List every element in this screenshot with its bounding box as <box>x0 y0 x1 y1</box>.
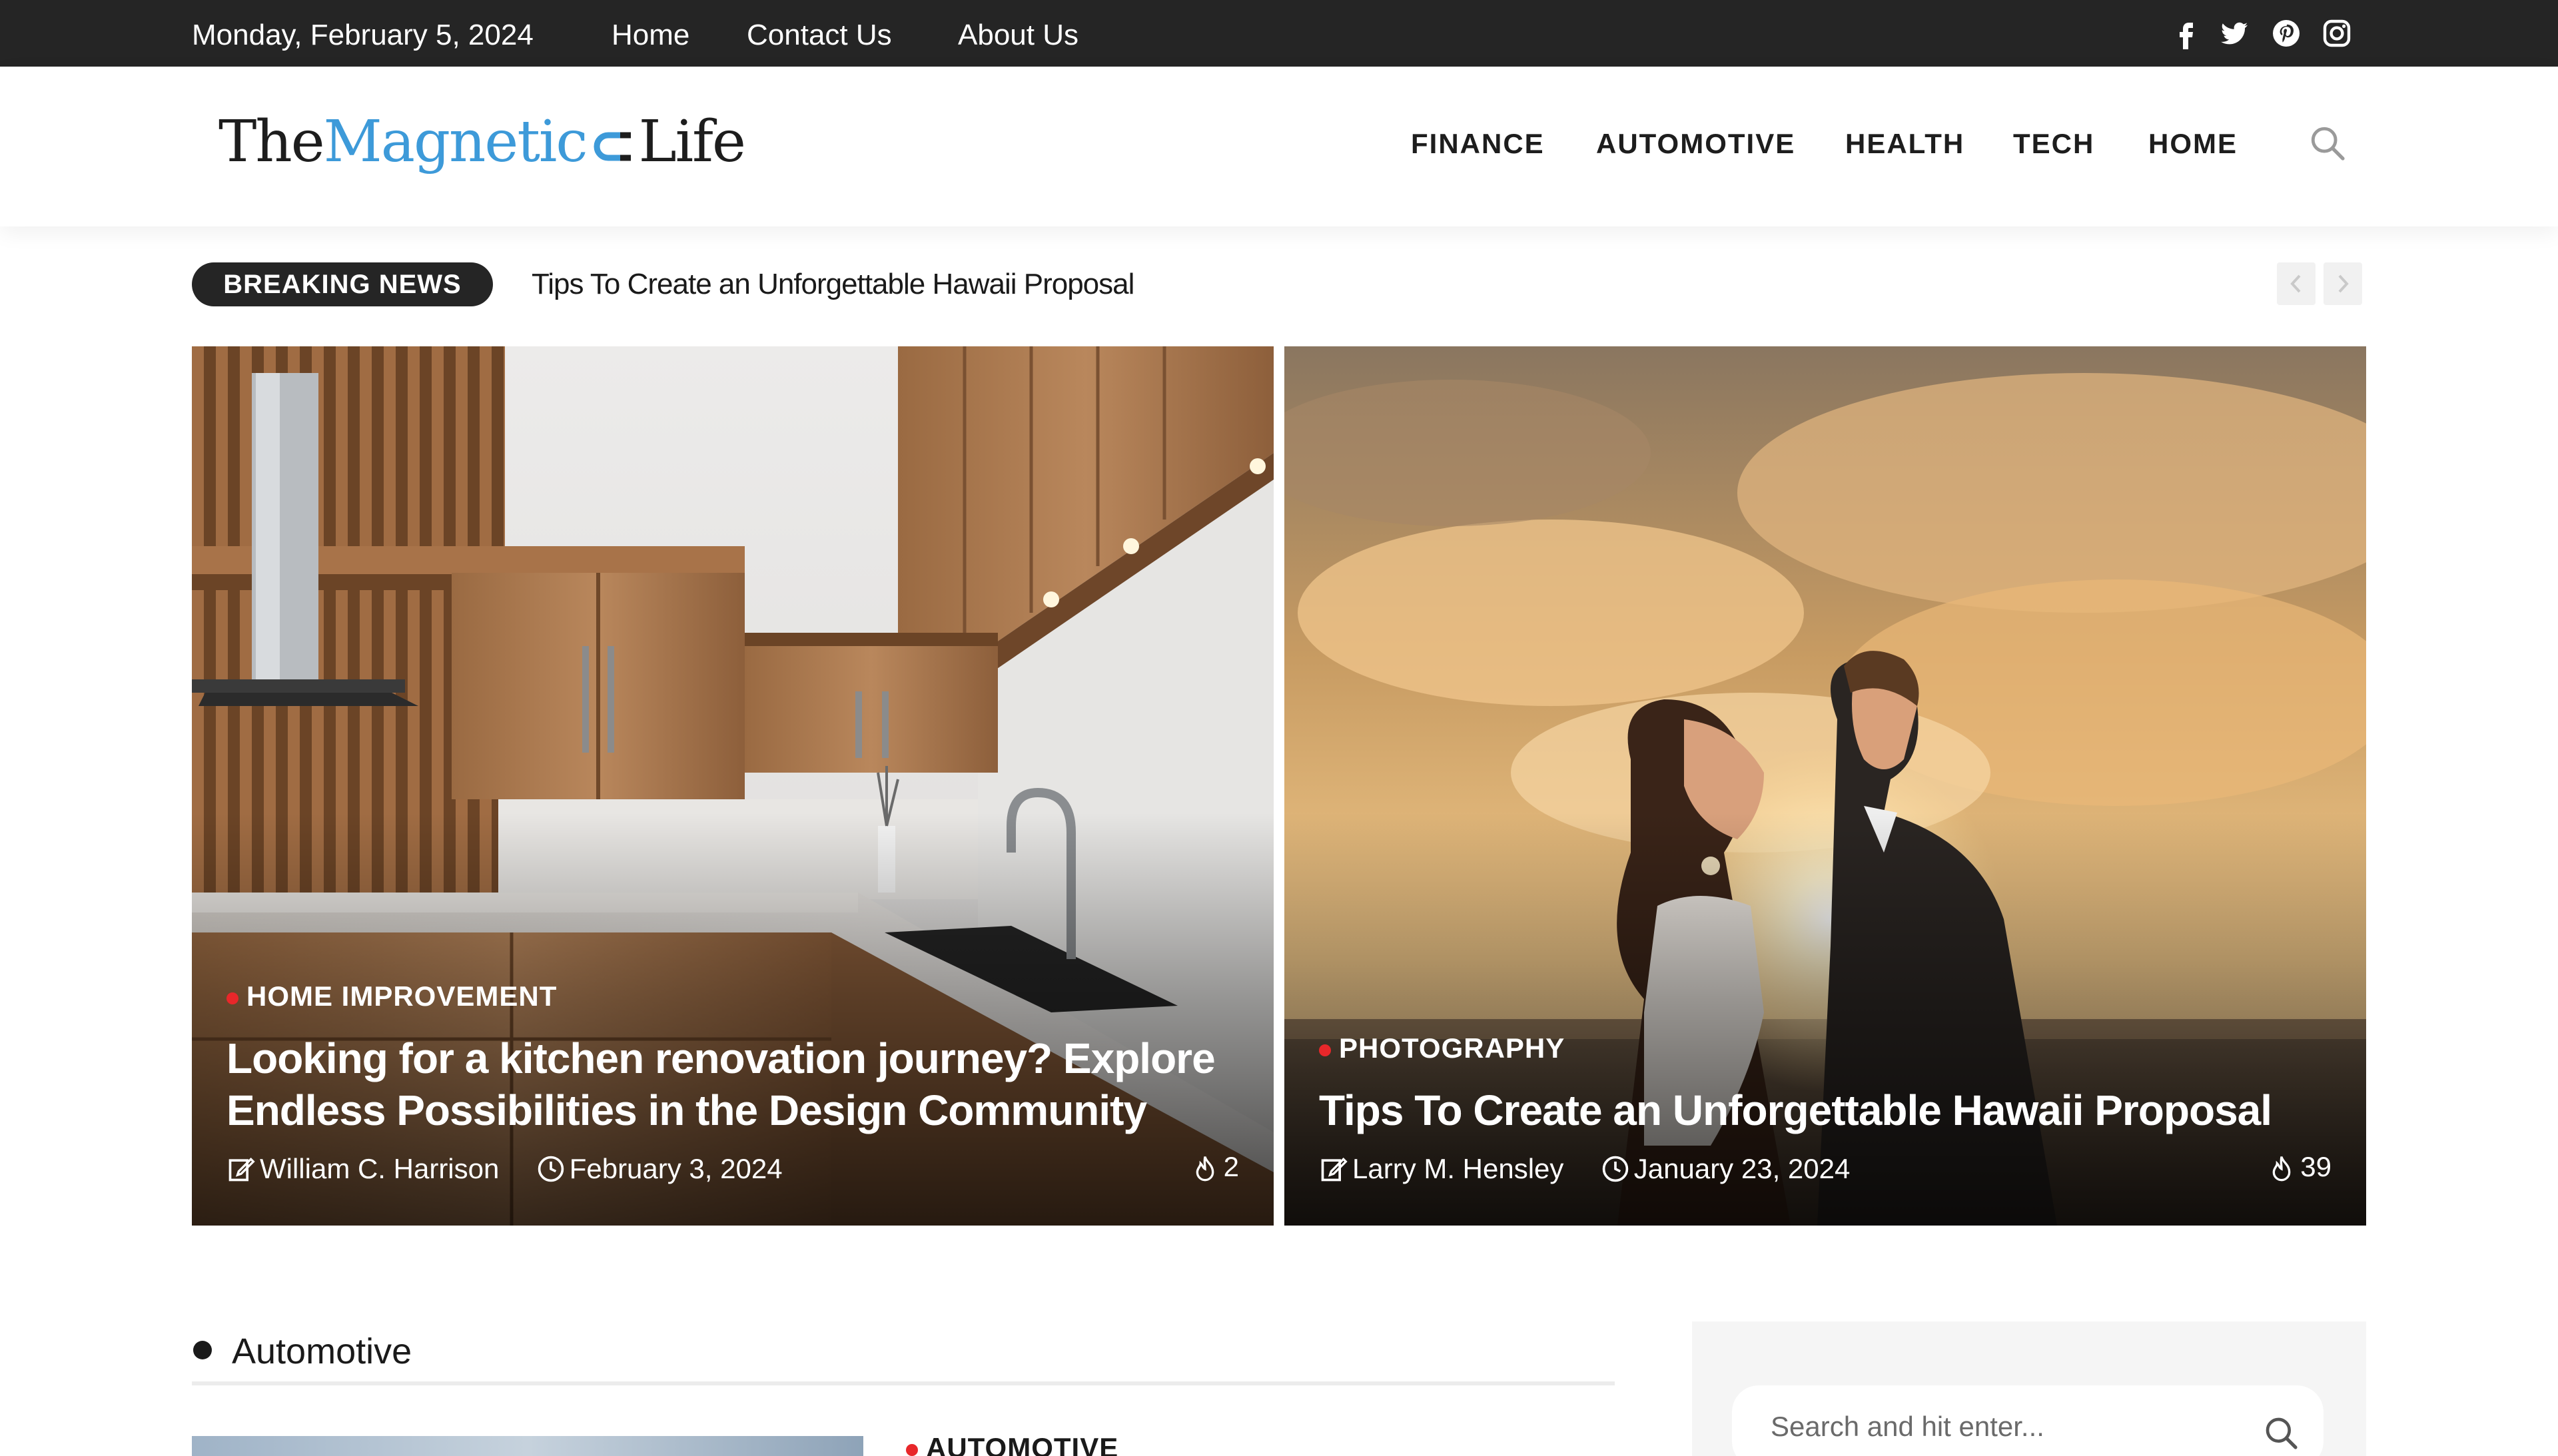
post-date: January 23, 2024 <box>1633 1152 1851 1184</box>
logo-text-life: Life <box>638 109 746 175</box>
breaking-prev-button[interactable] <box>2277 262 2316 305</box>
current-date: Monday, February 5, 2024 <box>192 19 534 51</box>
breaking-news-badge: BREAKING NEWS <box>192 262 493 306</box>
search-icon[interactable] <box>2308 124 2347 163</box>
top-link-contact-us[interactable]: Contact Us <box>747 19 892 52</box>
post-meta: William C. Harrison February 3, 2024 <box>226 1151 783 1185</box>
nav-tech[interactable]: TECH <box>2013 128 2094 160</box>
chevron-left-icon <box>2290 274 2301 293</box>
post-views: 39 <box>2268 1151 2332 1184</box>
site-header: TheMagnetic Life FINANCE AUTOMOTIVE HEAL… <box>0 67 2558 226</box>
clock-icon <box>538 1156 564 1182</box>
pinterest-icon[interactable] <box>2270 17 2302 49</box>
breaking-next-button[interactable] <box>2324 262 2362 305</box>
section-title: Automotive <box>232 1331 412 1371</box>
top-bar: Monday, February 5, 2024 Home Contact Us… <box>0 0 2558 67</box>
section-divider <box>192 1381 1615 1385</box>
views-count: 2 <box>1223 1151 1239 1182</box>
post-title[interactable]: Tips To Create an Unforgettable Hawaii P… <box>1319 1084 2345 1136</box>
category-label: PHOTOGRAPHY <box>1339 1032 1565 1064</box>
logo-text-the: The <box>218 109 325 175</box>
instagram-icon[interactable] <box>2321 17 2353 49</box>
flame-icon <box>1196 1156 1214 1182</box>
twitter-icon[interactable] <box>2218 17 2250 49</box>
facebook-icon[interactable] <box>2170 17 2202 49</box>
magnet-icon <box>594 132 631 161</box>
logo-text-magnetic: Magnetic <box>323 109 588 175</box>
post-title-line: Looking for a kitchen renovation journey… <box>226 1034 1216 1082</box>
category-label: HOME IMPROVEMENT <box>246 980 558 1012</box>
post-views: 2 <box>1192 1151 1239 1184</box>
sidebar-widget <box>1692 1321 2366 1456</box>
flame-icon <box>2272 1156 2291 1182</box>
category-dot <box>906 1443 918 1456</box>
nav-automotive[interactable]: AUTOMOTIVE <box>1596 128 1795 160</box>
post-date: February 3, 2024 <box>569 1152 783 1184</box>
edit-icon <box>228 1157 255 1182</box>
site-logo[interactable]: TheMagnetic Life <box>218 109 746 175</box>
views-count: 39 <box>2300 1151 2332 1182</box>
post-title[interactable]: Looking for a kitchen renovation journey… <box>226 1032 1252 1136</box>
nav-home[interactable]: HOME <box>2148 128 2238 160</box>
post-meta: Larry M. Hensley January 23, 2024 <box>1319 1151 1850 1185</box>
post-author[interactable]: William C. Harrison <box>260 1153 499 1184</box>
post-author[interactable]: Larry M. Hensley <box>1352 1153 1563 1184</box>
top-link-home[interactable]: Home <box>612 19 689 52</box>
category-dot <box>1319 1044 1331 1056</box>
post-title-line: Tips To Create an Unforgettable Hawaii P… <box>1319 1086 2272 1134</box>
post-title-line: Endless Possibilities in the Design Comm… <box>226 1086 1147 1134</box>
sidebar-search-input[interactable] <box>1732 1385 2324 1456</box>
category-dot <box>226 992 238 1004</box>
hero-post-card[interactable]: HOME IMPROVEMENT Looking for a kitchen r… <box>192 346 1274 1226</box>
post-thumbnail[interactable] <box>192 1436 863 1456</box>
section-bullet <box>193 1341 212 1359</box>
nav-finance[interactable]: FINANCE <box>1411 128 1545 160</box>
category-label: AUTOMOTIVE <box>926 1432 1119 1456</box>
post-category[interactable]: HOME IMPROVEMENT <box>226 980 557 1012</box>
breaking-news-headline[interactable]: Tips To Create an Unforgettable Hawaii P… <box>532 268 1134 301</box>
clock-icon <box>1602 1156 1629 1182</box>
post-category[interactable]: PHOTOGRAPHY <box>1319 1032 1565 1064</box>
chevron-right-icon <box>2338 274 2349 293</box>
hero-post-card[interactable]: PHOTOGRAPHY Tips To Create an Unforgetta… <box>1284 346 2366 1226</box>
search-icon[interactable] <box>2263 1415 2300 1452</box>
edit-icon <box>1321 1157 1348 1182</box>
post-category[interactable]: AUTOMOTIVE <box>906 1432 1118 1456</box>
top-link-about-us[interactable]: About Us <box>958 19 1078 52</box>
nav-health[interactable]: HEALTH <box>1845 128 1964 160</box>
